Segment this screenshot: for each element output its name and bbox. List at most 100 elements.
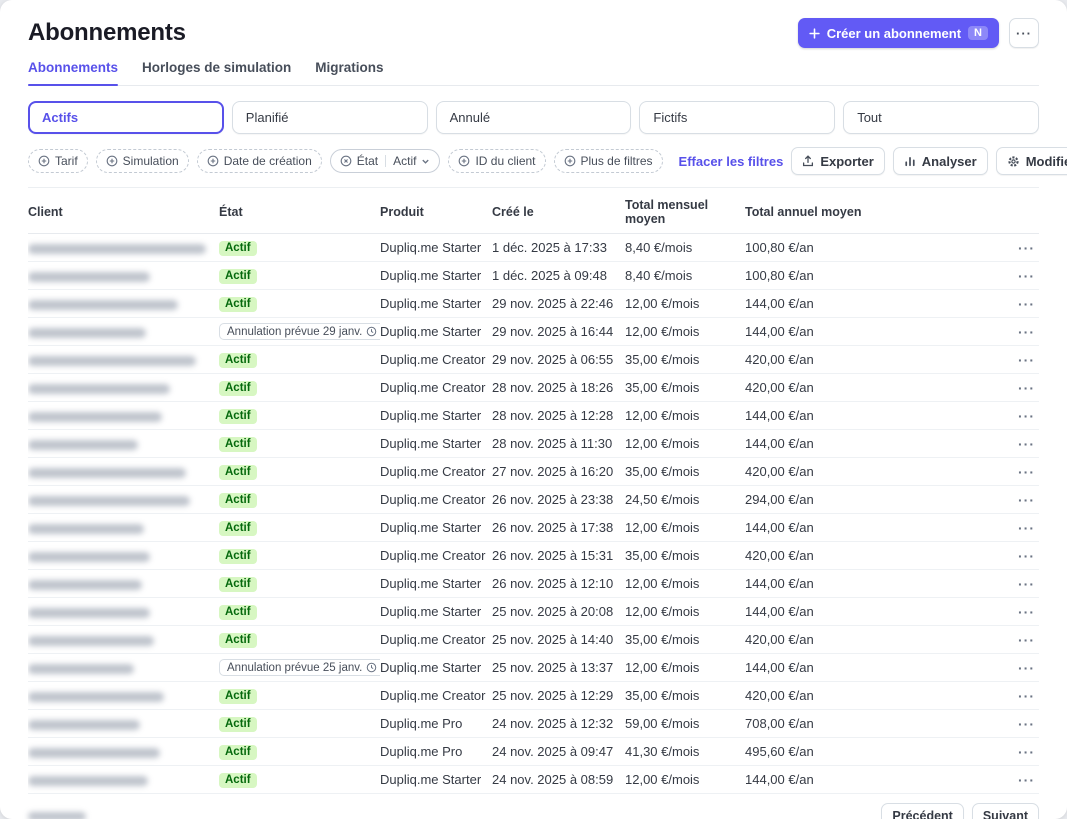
table-row[interactable]: Actif Dupliq.me Starter 25 nov. 2025 à 2… bbox=[28, 598, 1039, 626]
row-overflow-button[interactable]: ··· bbox=[1014, 407, 1039, 425]
table-row[interactable]: Actif Dupliq.me Starter 26 nov. 2025 à 1… bbox=[28, 570, 1039, 598]
table-row[interactable]: Actif Dupliq.me Pro 24 nov. 2025 à 12:32… bbox=[28, 710, 1039, 738]
clear-filters-link[interactable]: Effacer les filtres bbox=[679, 154, 784, 169]
page-overflow-button[interactable]: ··· bbox=[1009, 18, 1039, 48]
table-row[interactable]: Actif Dupliq.me Pro 24 nov. 2025 à 09:47… bbox=[28, 738, 1039, 766]
tab-abonnements[interactable]: Abonnements bbox=[28, 60, 118, 85]
filter-chip[interactable]: Tarif bbox=[28, 149, 88, 173]
table-row[interactable]: Actif Dupliq.me Starter 1 déc. 2025 à 09… bbox=[28, 262, 1039, 290]
row-overflow-button[interactable]: ··· bbox=[1014, 631, 1039, 649]
table-row[interactable]: Actif Dupliq.me Starter 28 nov. 2025 à 1… bbox=[28, 402, 1039, 430]
table-header-row: ClientÉtatProduitCréé leTotal mensuel mo… bbox=[28, 190, 1039, 234]
created-cell: 27 nov. 2025 à 16:20 bbox=[492, 458, 625, 486]
status-filter-button[interactable]: Annulé bbox=[436, 101, 632, 134]
row-overflow-button[interactable]: ··· bbox=[1014, 491, 1039, 509]
status-badge: Actif bbox=[219, 773, 257, 788]
status-filter-button[interactable]: Actifs bbox=[28, 101, 224, 134]
filter-chip-label: ID du client bbox=[475, 154, 535, 168]
row-overflow-button[interactable]: ··· bbox=[1014, 743, 1039, 761]
table-row[interactable]: Actif Dupliq.me Starter 24 nov. 2025 à 0… bbox=[28, 766, 1039, 794]
column-header: Créé le bbox=[492, 190, 625, 234]
row-overflow-button[interactable]: ··· bbox=[1014, 267, 1039, 285]
status-filter-button[interactable]: Tout bbox=[843, 101, 1039, 134]
client-redacted bbox=[28, 636, 154, 646]
monthly-total-cell: 35,00 €/mois bbox=[625, 374, 745, 402]
client-redacted bbox=[28, 552, 150, 562]
yearly-total-cell: 420,00 €/an bbox=[745, 626, 1003, 654]
row-overflow-button[interactable]: ··· bbox=[1014, 463, 1039, 481]
gear-icon bbox=[1007, 155, 1020, 168]
monthly-total-cell: 8,40 €/mois bbox=[625, 262, 745, 290]
row-overflow-button[interactable]: ··· bbox=[1014, 323, 1039, 341]
table-row[interactable]: Actif Dupliq.me Starter 28 nov. 2025 à 1… bbox=[28, 430, 1039, 458]
row-overflow-button[interactable]: ··· bbox=[1014, 379, 1039, 397]
filter-chip[interactable]: Simulation bbox=[96, 149, 189, 173]
status-badge: Actif bbox=[219, 745, 257, 760]
row-overflow-button[interactable]: ··· bbox=[1014, 519, 1039, 537]
clock-icon bbox=[366, 326, 377, 337]
row-overflow-button[interactable]: ··· bbox=[1014, 603, 1039, 621]
filter-chip-label: Plus de filtres bbox=[581, 154, 653, 168]
client-redacted bbox=[28, 748, 160, 758]
filter-chip[interactable]: Date de création bbox=[197, 149, 322, 173]
table-row[interactable]: Actif Dupliq.me Starter 1 déc. 2025 à 17… bbox=[28, 234, 1039, 262]
row-overflow-button[interactable]: ··· bbox=[1014, 435, 1039, 453]
table-row[interactable]: Actif Dupliq.me Creator 29 nov. 2025 à 0… bbox=[28, 346, 1039, 374]
monthly-total-cell: 12,00 €/mois bbox=[625, 514, 745, 542]
product-cell: Dupliq.me Creator bbox=[380, 486, 492, 514]
product-cell: Dupliq.me Starter bbox=[380, 570, 492, 598]
row-overflow-button[interactable]: ··· bbox=[1014, 547, 1039, 565]
product-cell: Dupliq.me Creator bbox=[380, 458, 492, 486]
tab-label: Abonnements bbox=[28, 60, 118, 75]
table-row[interactable]: Actif Dupliq.me Creator 26 nov. 2025 à 1… bbox=[28, 542, 1039, 570]
table-row[interactable]: Actif Dupliq.me Creator 28 nov. 2025 à 1… bbox=[28, 374, 1039, 402]
table-row[interactable]: Actif Dupliq.me Creator 25 nov. 2025 à 1… bbox=[28, 682, 1039, 710]
table-row[interactable]: Actif Dupliq.me Starter 26 nov. 2025 à 1… bbox=[28, 514, 1039, 542]
monthly-total-cell: 24,50 €/mois bbox=[625, 486, 745, 514]
table-row[interactable]: Actif Dupliq.me Creator 26 nov. 2025 à 2… bbox=[28, 486, 1039, 514]
circled-plus-icon bbox=[458, 155, 470, 167]
row-overflow-button[interactable]: ··· bbox=[1014, 351, 1039, 369]
created-cell: 25 nov. 2025 à 12:29 bbox=[492, 682, 625, 710]
create-subscription-button[interactable]: Créer un abonnement N bbox=[798, 18, 999, 48]
created-cell: 25 nov. 2025 à 14:40 bbox=[492, 626, 625, 654]
chevron-down-icon bbox=[421, 157, 430, 166]
monthly-total-cell: 12,00 €/mois bbox=[625, 570, 745, 598]
created-cell: 29 nov. 2025 à 06:55 bbox=[492, 346, 625, 374]
created-cell: 25 nov. 2025 à 13:37 bbox=[492, 654, 625, 682]
created-cell: 28 nov. 2025 à 12:28 bbox=[492, 402, 625, 430]
action-button[interactable]: Analyser bbox=[893, 147, 988, 175]
row-overflow-button[interactable]: ··· bbox=[1014, 575, 1039, 593]
table-row[interactable]: Annulation prévue 25 janv. Dupliq.me Sta… bbox=[28, 654, 1039, 682]
table-row[interactable]: Actif Dupliq.me Starter 29 nov. 2025 à 2… bbox=[28, 290, 1039, 318]
client-redacted bbox=[28, 384, 170, 394]
next-page-button[interactable]: Suivant bbox=[972, 803, 1039, 819]
action-button[interactable]: Exporter bbox=[791, 147, 884, 175]
previous-page-button[interactable]: Précédent bbox=[881, 803, 963, 819]
cancel-scheduled-badge: Annulation prévue 29 janv. bbox=[219, 323, 380, 340]
tab-horloges-de-simulation[interactable]: Horloges de simulation bbox=[142, 60, 291, 85]
status-badge: Actif bbox=[219, 269, 257, 284]
table-row[interactable]: Actif Dupliq.me Creator 27 nov. 2025 à 1… bbox=[28, 458, 1039, 486]
filter-chip[interactable]: État Actif bbox=[330, 149, 441, 173]
cancel-scheduled-badge: Annulation prévue 25 janv. bbox=[219, 659, 380, 676]
table-row[interactable]: Annulation prévue 29 janv. Dupliq.me Sta… bbox=[28, 318, 1039, 346]
filter-chip[interactable]: ID du client bbox=[448, 149, 545, 173]
row-overflow-button[interactable]: ··· bbox=[1014, 659, 1039, 677]
row-overflow-button[interactable]: ··· bbox=[1014, 771, 1039, 789]
status-filter-button[interactable]: Planifié bbox=[232, 101, 428, 134]
ellipsis-icon: ··· bbox=[1016, 26, 1032, 41]
status-filter-button[interactable]: Fictifs bbox=[639, 101, 835, 134]
tab-migrations[interactable]: Migrations bbox=[315, 60, 383, 85]
table-row[interactable]: Actif Dupliq.me Creator 25 nov. 2025 à 1… bbox=[28, 626, 1039, 654]
product-cell: Dupliq.me Starter bbox=[380, 318, 492, 346]
product-cell: Dupliq.me Pro bbox=[380, 710, 492, 738]
product-cell: Dupliq.me Creator bbox=[380, 374, 492, 402]
action-button[interactable]: Modifier les colonnes bbox=[996, 147, 1067, 175]
filter-chip[interactable]: Plus de filtres bbox=[554, 149, 663, 173]
row-overflow-button[interactable]: ··· bbox=[1014, 239, 1039, 257]
row-overflow-button[interactable]: ··· bbox=[1014, 687, 1039, 705]
client-redacted bbox=[28, 412, 162, 422]
row-overflow-button[interactable]: ··· bbox=[1014, 715, 1039, 733]
row-overflow-button[interactable]: ··· bbox=[1014, 295, 1039, 313]
